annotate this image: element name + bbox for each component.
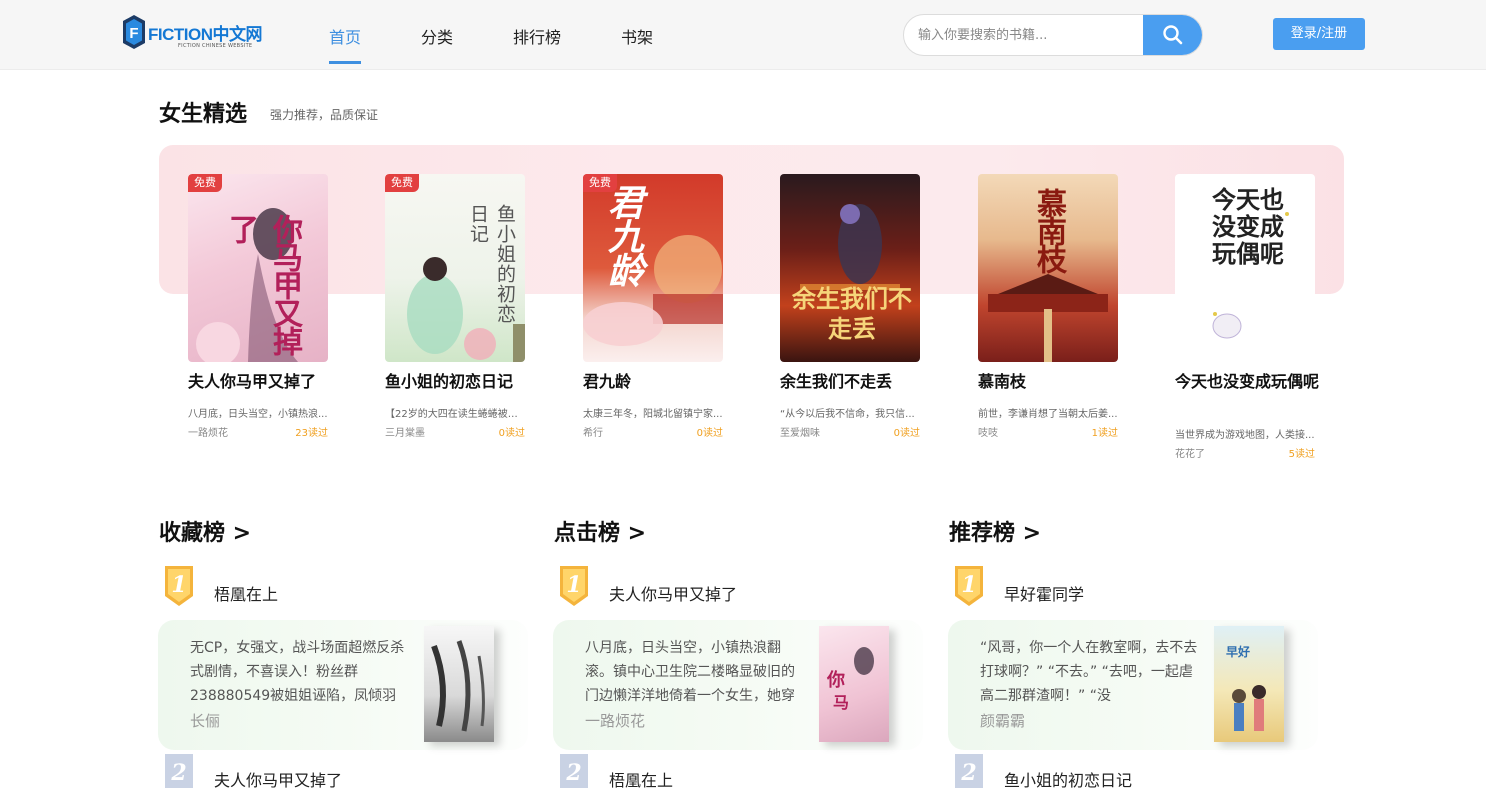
svg-text:F: F [129, 25, 138, 42]
ranking-top-card[interactable]: 无CP，女强文，战斗场面超燃反杀式剧情，不喜误入！粉丝群238880549被姐姐… [158, 620, 528, 750]
cover-title-text: 鱼小姐的初恋日记 [467, 204, 516, 324]
logo-text: FICTION中文网 [148, 25, 263, 44]
ranking-book-description: 八月底，日头当空，小镇热浪翻滚。镇中心卫生院二楼略显破旧的门边懒洋洋地倚着一个女… [585, 640, 795, 704]
ranking-top-card[interactable]: 八月底，日头当空，小镇热浪翻滚。镇中心卫生院二楼略显破旧的门边懒洋洋地倚着一个女… [553, 620, 923, 750]
book-read-count: 0读过 [498, 428, 525, 439]
nav-active-indicator [329, 61, 361, 64]
silver-medal-icon: 2 [955, 754, 983, 788]
book-cover[interactable]: 今天也没变成玩偶呢 [1175, 174, 1315, 362]
book-author: 吱吱 [978, 428, 998, 439]
book-author: 三月棠墨 [385, 428, 425, 439]
site-logo[interactable]: F FICTION中文网 FICTION CHINESE WEBSITE [122, 14, 272, 52]
ranking-book-cover[interactable] [424, 626, 494, 742]
cover-illustration-icon: 早好 [1226, 644, 1266, 731]
svg-text:马: 马 [833, 693, 849, 712]
search-button[interactable] [1143, 15, 1202, 55]
svg-text:2: 2 [170, 760, 186, 786]
svg-text:2: 2 [960, 760, 976, 786]
ranking-item-title[interactable]: 夫人你马甲又掉了 [609, 581, 737, 605]
svg-text:早好: 早好 [1226, 644, 1250, 659]
logo-mark-icon: F [123, 15, 145, 49]
book-description: “从今以后我不信命，我只信... [780, 409, 915, 420]
nav-ranking[interactable]: 排行榜 [513, 24, 561, 48]
ranking-book-author: 一路烦花 [585, 712, 646, 730]
book-cover[interactable]: 你马甲又掉了 免费 [188, 174, 328, 362]
cover-title-text: 慕南枝 [1031, 188, 1066, 272]
nav-home[interactable]: 首页 [329, 24, 361, 48]
cover-title-text: 你马甲又掉了 [223, 214, 302, 354]
gold-medal-icon: 1 [955, 566, 983, 606]
logo-subtext: FICTION CHINESE WEBSITE [178, 43, 253, 49]
ranking-book-description: “风哥，你一个人在教室啊，去不去打球啊？” “不去。” “去吧，一起虐高二那群渣… [980, 640, 1198, 704]
book-cover[interactable]: 余生我们不走丢 [780, 174, 920, 362]
book-description: 太康三年冬，阳城北留镇宁家... [583, 409, 723, 420]
cover-title-text: 今天也没变成玩偶呢 [1212, 185, 1284, 268]
book-author: 希行 [583, 428, 603, 439]
cover-illustration-icon [431, 640, 485, 732]
search-icon [1163, 25, 1183, 45]
ranking-item-title[interactable]: 早好霍同学 [1004, 581, 1084, 605]
svg-text:1: 1 [171, 572, 186, 598]
ranking-title-clicks[interactable]: 点击榜 > [554, 515, 646, 547]
svg-text:1: 1 [566, 572, 581, 598]
cover-illustration-icon: 你 马 [826, 647, 874, 712]
featured-section-title: 女生精选 [159, 102, 248, 127]
login-register-button[interactable]: 登录/注册 [1273, 18, 1365, 50]
book-description: 【22岁的大四在读生蜷蜷被催... [385, 409, 525, 420]
nav-category[interactable]: 分类 [421, 24, 453, 48]
svg-text:你: 你 [826, 669, 845, 691]
book-title[interactable]: 余生我们不走丢 [780, 371, 925, 393]
book-description: 八月底，日头当空，小镇热浪... [188, 409, 328, 420]
svg-text:2: 2 [565, 760, 581, 786]
book-cover[interactable]: 鱼小姐的初恋日记 免费 [385, 174, 525, 362]
ranking-item-title[interactable]: 鱼小姐的初恋日记 [1004, 767, 1132, 791]
book-read-count: 23读过 [295, 428, 328, 439]
book-author: 一路烦花 [188, 428, 228, 439]
book-cover[interactable]: 慕南枝 [978, 174, 1118, 362]
book-read-count: 5读过 [1288, 449, 1315, 460]
book-title[interactable]: 慕南枝 [978, 371, 1123, 393]
ranking-item-title[interactable]: 夫人你马甲又掉了 [214, 767, 342, 791]
book-title[interactable]: 君九龄 [583, 371, 728, 393]
book-title[interactable]: 夫人你马甲又掉了 [188, 371, 333, 393]
nav-bookshelf[interactable]: 书架 [621, 24, 653, 48]
featured-section-subtitle: 强力推荐，品质保证 [270, 108, 379, 122]
gold-medal-icon: 1 [165, 566, 193, 606]
free-badge: 免费 [583, 174, 617, 192]
book-read-count: 0读过 [893, 428, 920, 439]
ranking-book-cover[interactable]: 你 马 [819, 626, 889, 742]
ranking-title-favorites[interactable]: 收藏榜 > [159, 515, 251, 547]
book-title[interactable]: 今天也没变成玩偶呢 [1175, 371, 1320, 393]
ranking-book-author: 长俪 [190, 712, 221, 730]
featured-background-band [159, 145, 1344, 294]
book-description: 当世界成为游戏地图，人类接... [1175, 430, 1315, 441]
book-title[interactable]: 鱼小姐的初恋日记 [385, 371, 530, 393]
ranking-item-title[interactable]: 梧凰在上 [609, 767, 673, 791]
search-box [903, 14, 1203, 56]
free-badge: 免费 [188, 174, 222, 192]
book-author: 花花了 [1175, 449, 1205, 460]
book-read-count: 1读过 [1091, 428, 1118, 439]
book-read-count: 0读过 [696, 428, 723, 439]
cover-title-text: 余生我们不走丢 [792, 284, 912, 343]
book-author: 至爱烟味 [780, 428, 820, 439]
book-cover[interactable]: 君九龄 免费 [583, 174, 723, 362]
ranking-book-author: 颜霸霸 [980, 712, 1026, 730]
ranking-book-cover[interactable]: 早好 [1214, 626, 1284, 742]
top-header: F FICTION中文网 FICTION CHINESE WEBSITE 首页 … [0, 0, 1486, 70]
search-input[interactable] [918, 15, 1140, 55]
free-badge: 免费 [385, 174, 419, 192]
gold-medal-icon: 1 [560, 566, 588, 606]
silver-medal-icon: 2 [165, 754, 193, 788]
cover-title-text: 君九龄 [602, 184, 644, 286]
ranking-title-recommend[interactable]: 推荐榜 > [949, 515, 1041, 547]
svg-text:1: 1 [961, 572, 976, 598]
ranking-item-title[interactable]: 梧凰在上 [214, 581, 278, 605]
book-description: 前世，李谦肖想了当朝太后姜... [978, 409, 1118, 420]
ranking-top-card[interactable]: “风哥，你一个人在教室啊，去不去打球啊？” “不去。” “去吧，一起虐高二那群渣… [948, 620, 1318, 750]
silver-medal-icon: 2 [560, 754, 588, 788]
ranking-book-description: 无CP，女强文，战斗场面超燃反杀式剧情，不喜误入！粉丝群238880549被姐姐… [190, 640, 405, 704]
